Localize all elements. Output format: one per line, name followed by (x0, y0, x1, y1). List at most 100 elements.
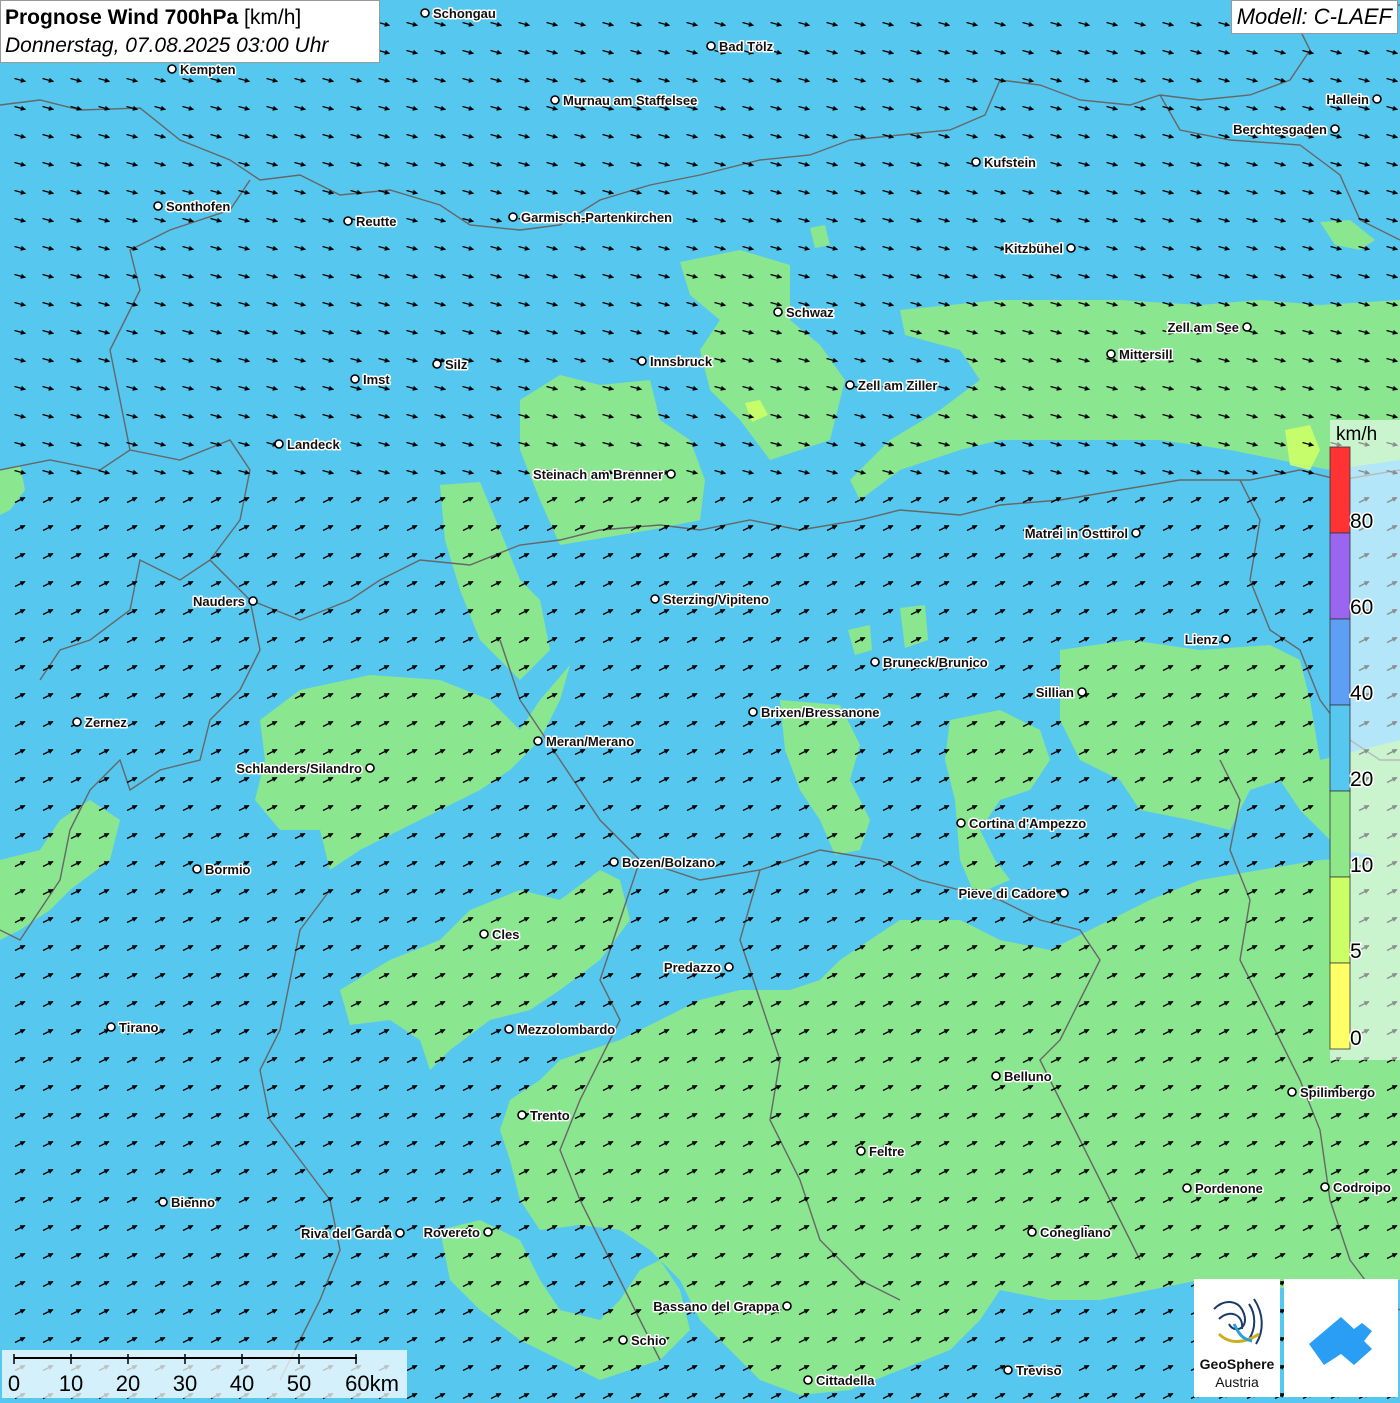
city-marker[interactable]: Brixen/Bressanone (748, 704, 881, 722)
city-dot (1027, 1227, 1037, 1237)
city-label: Trento (530, 1108, 570, 1123)
city-label: Brixen/Bressanone (761, 705, 880, 720)
city-dot (533, 736, 543, 746)
city-dot (483, 1227, 493, 1237)
city-label: Tirano (119, 1020, 159, 1035)
city-label: Codroipo (1333, 1180, 1391, 1195)
city-dot (1320, 1182, 1330, 1192)
city-dot (1131, 528, 1141, 538)
city-label: Bozen/Bolzano (622, 855, 715, 870)
city-dot (192, 864, 202, 874)
city-dot (395, 1228, 405, 1238)
city-marker[interactable]: Sonthofen (153, 198, 232, 216)
city-label: Bienno (171, 1195, 215, 1210)
legend-tick-40: 40 (1350, 682, 1373, 705)
city-label: Bormio (205, 862, 251, 877)
city-label: Innsbruck (650, 354, 713, 369)
title-box: Prognose Wind 700hPa [km/h] Donnerstag, … (0, 0, 380, 63)
city-dot (508, 212, 518, 222)
city-label: Pieve di Cadore (958, 886, 1056, 901)
city-dot (1059, 888, 1069, 898)
legend-bin-0-5 (1329, 962, 1351, 1050)
city-dot (870, 657, 880, 667)
geosphere-logo[interactable]: GeoSphere Austria (1194, 1279, 1280, 1397)
scale-label-10: 10 (59, 1371, 83, 1396)
city-dot (782, 1301, 792, 1311)
city-dot (956, 818, 966, 828)
scale-bar: 0 10 20 30 40 50 60km (2, 1350, 407, 1398)
city-marker[interactable]: Steinach am Brenner (531, 466, 676, 484)
weather-app-logo-graphic (1309, 1317, 1372, 1365)
city-marker[interactable]: Cortina d'Ampezzo (956, 815, 1088, 833)
city-label: Hallein (1326, 92, 1369, 107)
city-marker[interactable]: Innsbruck (637, 353, 714, 371)
legend-tick-80: 80 (1350, 510, 1373, 533)
city-dot (350, 374, 360, 384)
city-dot (1182, 1183, 1192, 1193)
city-marker[interactable]: Spilimbergo (1287, 1084, 1377, 1102)
city-dot (1077, 687, 1087, 697)
city-label: Bad Tölz (719, 39, 774, 54)
city-label: Treviso (1016, 1363, 1062, 1378)
city-marker[interactable]: Mezzolombardo (504, 1021, 617, 1039)
city-marker[interactable]: Bozen/Bolzano (609, 854, 717, 872)
city-dot (504, 1024, 514, 1034)
scale-label-30: 30 (173, 1371, 197, 1396)
city-dot (106, 1022, 116, 1032)
city-marker[interactable]: Sterzing/Vipiteno (650, 591, 770, 609)
city-label: Rovereto (424, 1225, 480, 1240)
logo-text-austria: Austria (1215, 1374, 1259, 1390)
city-dot (153, 201, 163, 211)
city-marker[interactable]: Schongau (420, 5, 497, 23)
wind-map[interactable]: Schongau Bad Tölz Kempten Murnau am Staffel… (0, 0, 1400, 1400)
city-label: Schongau (433, 6, 496, 21)
city-dot (1330, 124, 1340, 134)
city-label: Zell am Ziller (858, 378, 937, 393)
city-dot (803, 1375, 813, 1385)
legend-tick-60: 60 (1350, 596, 1373, 619)
city-label: Silz (445, 357, 468, 372)
city-label: Kitzbühel (1005, 241, 1064, 256)
city-marker[interactable]: Matrei in Osttirol (1023, 525, 1141, 543)
city-marker[interactable]: Riva del Garda (299, 1225, 405, 1243)
city-label: Kufstein (984, 155, 1036, 170)
city-label: Schio (631, 1333, 666, 1348)
city-marker[interactable]: Pordenone (1182, 1180, 1264, 1198)
city-label: Feltre (869, 1144, 904, 1159)
city-marker[interactable]: Meran/Merano (533, 733, 636, 751)
city-dot (637, 356, 647, 366)
city-marker[interactable]: Garmisch-Partenkirchen (508, 209, 674, 227)
city-dot (724, 962, 734, 972)
city-label: Matrei in Osttirol (1025, 526, 1128, 541)
city-label: Bassano del Grappa (653, 1299, 779, 1314)
city-dot (248, 596, 258, 606)
forecast-datetime: Donnerstag, 07.08.2025 03:00 Uhr (5, 34, 329, 57)
title-unit: [km/h] (244, 6, 302, 29)
city-label: Garmisch-Partenkirchen (521, 210, 672, 225)
city-marker[interactable]: Conegliano (1027, 1224, 1112, 1242)
city-label: Sillian (1036, 685, 1074, 700)
legend-bin-60-80 (1329, 532, 1351, 620)
weather-app-logo[interactable] (1284, 1279, 1398, 1397)
city-marker[interactable]: Zell am See (1166, 319, 1252, 337)
city-marker[interactable]: Schlanders/Silandro (235, 760, 375, 778)
scale-label-60km: 60km (345, 1371, 399, 1396)
city-label: Kempten (180, 62, 236, 77)
legend-tick-10: 10 (1350, 854, 1373, 877)
legend-bin-40-60 (1329, 618, 1351, 706)
city-marker[interactable]: Bassano del Grappa (652, 1298, 792, 1316)
city-label: Imst (363, 372, 390, 387)
city-label: Schlanders/Silandro (236, 761, 362, 776)
city-label: Steinach am Brenner (533, 467, 663, 482)
city-marker[interactable]: Berchtesgaden (1232, 121, 1340, 139)
city-dot (550, 95, 560, 105)
legend-bin-5-10 (1329, 876, 1351, 964)
city-marker[interactable]: Zell am Ziller (845, 377, 939, 395)
city-marker[interactable]: Bruneck/Brunico (870, 654, 989, 672)
city-label: Murnau am Staffelsee (563, 93, 697, 108)
city-dot (274, 439, 284, 449)
city-marker[interactable]: Pieve di Cadore (957, 885, 1069, 903)
city-marker[interactable]: Murnau am Staffelsee (550, 92, 699, 110)
city-dot (343, 216, 353, 226)
city-dot (479, 929, 489, 939)
